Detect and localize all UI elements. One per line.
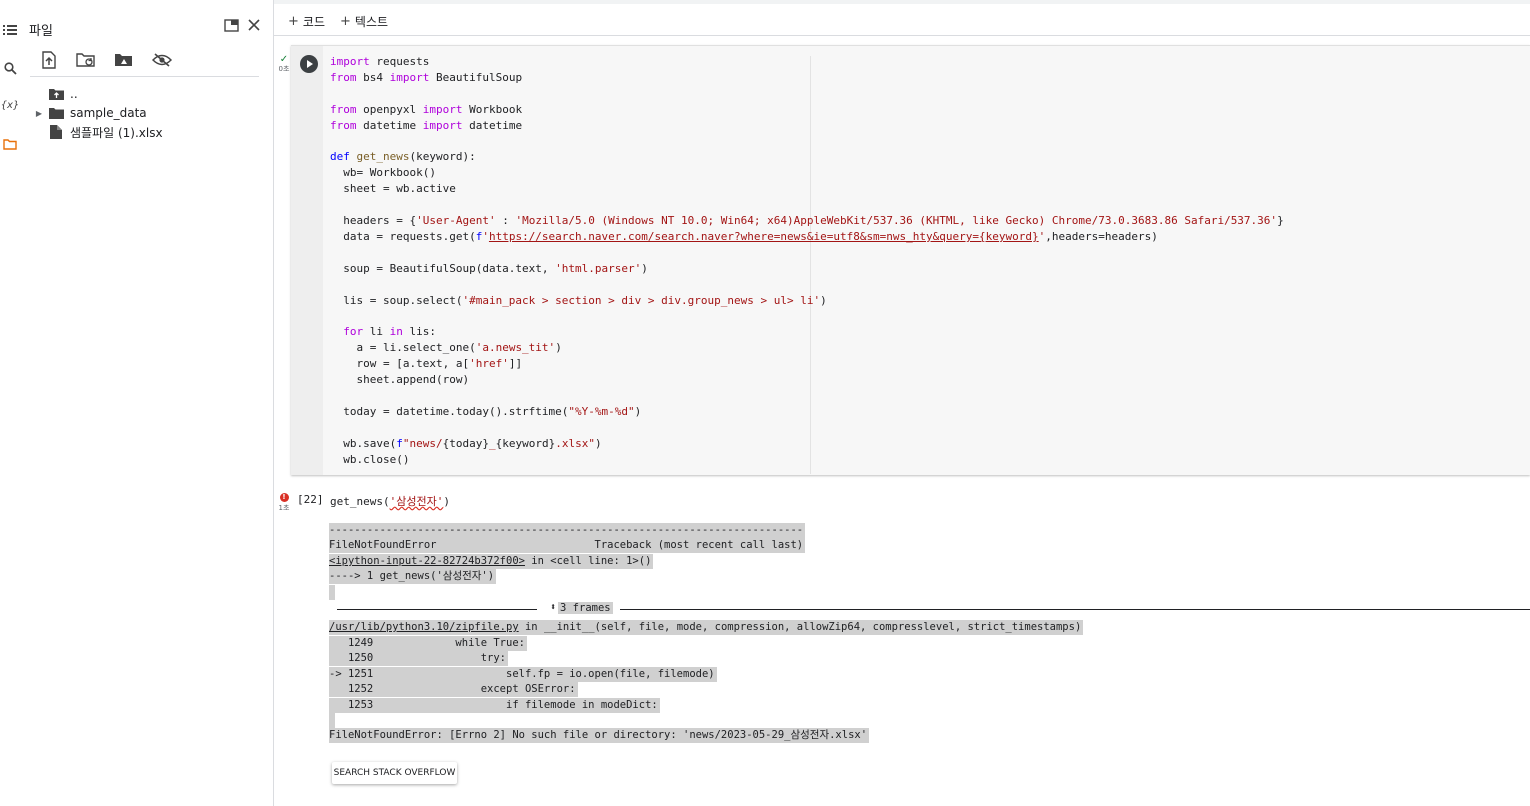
cell2-container: ! 1초 [22] get_news('삼성전자') -------------… (274, 0, 1530, 806)
traceback-frame-line: 1249 while True: (329, 636, 527, 651)
divider (30, 76, 259, 77)
exec-time: 1초 (278, 504, 290, 512)
traceback-header: FileNotFoundError Traceback (most recent… (329, 538, 806, 553)
zipfile-link[interactable]: /usr/lib/python3.10/zipfile.py (329, 621, 519, 633)
traceback-blank (329, 713, 335, 728)
traceback-input-line: <ipython-input-22-82724b372f00> in <cell… (329, 554, 654, 569)
hide-hidden-files-icon[interactable] (151, 50, 173, 70)
frames-divider-left (337, 609, 537, 610)
folder-up-icon (46, 88, 66, 100)
mount-drive-icon[interactable] (113, 50, 135, 70)
traceback-dashes: ----------------------------------------… (329, 523, 806, 538)
execution-count: [22] (297, 493, 324, 506)
left-rail: {x} (0, 0, 22, 806)
expand-frames-toggle[interactable]: ⬍ 3 frames (550, 602, 613, 614)
final-error-message: FileNotFoundError: [Errno 2] No such fil… (329, 728, 870, 743)
panel-title: 파일 (29, 24, 53, 39)
folder-icon (46, 107, 66, 119)
cell-status: ! 1초 (277, 493, 291, 512)
variables-icon[interactable]: {x} (1, 97, 20, 113)
traceback-zipfile-line: /usr/lib/python3.10/zipfile.py in __init… (329, 620, 1084, 635)
frames-divider-right (620, 609, 1530, 610)
traceback-frame-line: 1253 if filemode in modeDict: (329, 698, 660, 713)
file-icon (46, 125, 66, 139)
expand-icon: ⬍ (550, 602, 557, 613)
close-icon[interactable] (245, 16, 263, 34)
search-icon[interactable] (2, 60, 18, 76)
tree-item-sample-data[interactable]: ▶ sample_data (32, 104, 147, 122)
ipython-input-link[interactable]: <ipython-input-22-82724b372f00> (329, 555, 525, 567)
traceback-frame-line: 1252 except OSError: (329, 682, 578, 697)
toc-icon[interactable] (2, 22, 18, 38)
tree-item-parent[interactable]: .. (32, 85, 78, 103)
code-editor[interactable]: get_news('삼성전자') (330, 493, 450, 509)
error-icon: ! (279, 493, 289, 502)
traceback-frame-line: -> 1251 self.fp = io.open(file, filemode… (329, 667, 717, 682)
upload-icon[interactable] (38, 50, 60, 70)
folder-icon[interactable] (2, 136, 18, 152)
search-stack-overflow-button[interactable]: SEARCH STACK OVERFLOW (332, 762, 457, 784)
refresh-folder-icon[interactable] (75, 50, 97, 70)
tree-item-xlsx[interactable]: 샘플파일 (1).xlsx (32, 123, 163, 141)
traceback-frame-line: 1250 try: (329, 651, 509, 666)
files-panel: 파일 .. ▶ sample_data 샘플파일 (1).xlsx (22, 0, 274, 806)
new-window-icon[interactable] (222, 16, 240, 34)
chevron-right-icon[interactable]: ▶ (32, 109, 46, 118)
traceback-arrow-line: ----> 1 get_news('삼성전자') (329, 569, 497, 584)
traceback-blank (329, 585, 335, 600)
